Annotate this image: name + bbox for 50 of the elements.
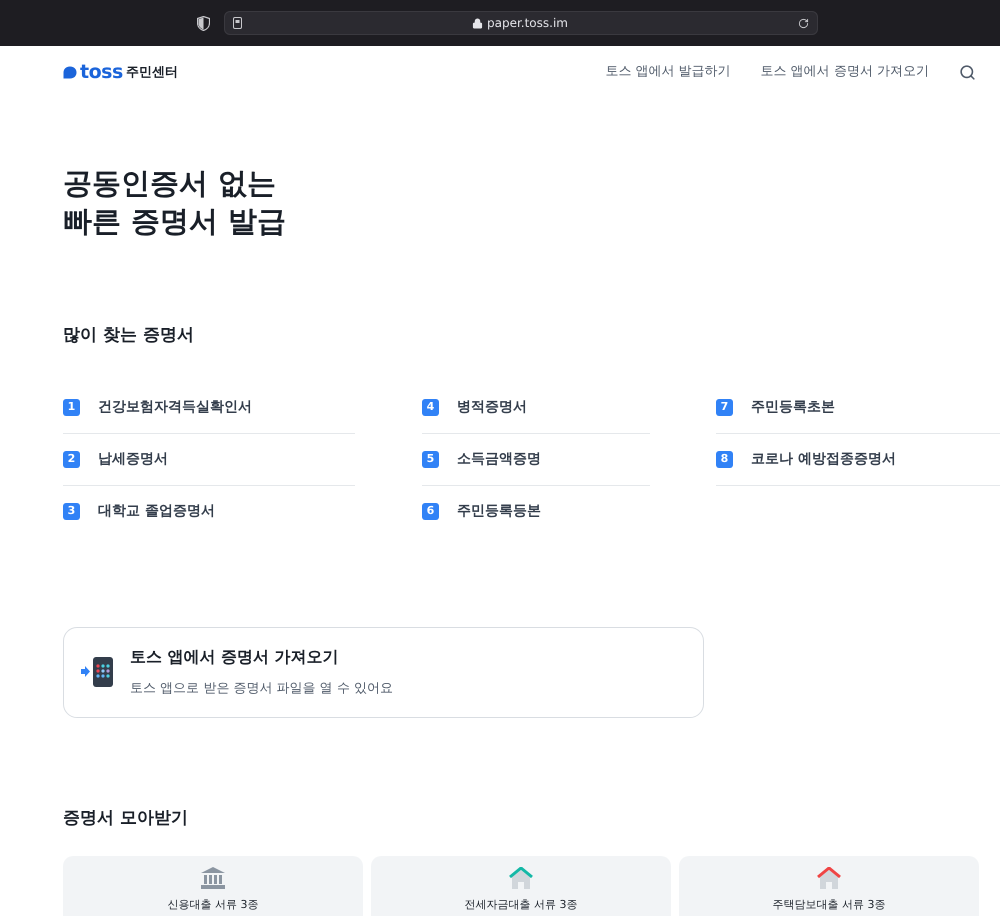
logo-icon xyxy=(63,66,77,78)
bundle-card[interactable]: 주택담보대출 서류 3종 xyxy=(679,856,979,916)
hero-title: 공동인증서 없는 빠른 증명서 발급 xyxy=(63,165,288,240)
page-icon xyxy=(233,17,242,29)
bundle-name: 신용대출 서류 3종 xyxy=(168,897,258,913)
certificate-link[interactable]: 8 코로나 예방접종증명서 xyxy=(716,434,1000,486)
logo[interactable]: toss 주민센터 xyxy=(63,62,178,82)
bundle-name: 주택담보대출 서류 3종 xyxy=(772,897,886,913)
certificate-link[interactable]: 2 납세증명서 xyxy=(63,434,355,486)
search-icon[interactable] xyxy=(959,64,976,80)
logo-suffix: 주민센터 xyxy=(126,66,178,78)
certificate-link[interactable]: 7 주민등록초본 xyxy=(716,382,1000,434)
card-title: 토스 앱에서 증명서 가져오기 xyxy=(130,646,340,668)
bundle-name: 전세자금대출 서류 3종 xyxy=(464,897,578,913)
rank-badge: 4 xyxy=(422,398,439,416)
url-text: paper.toss.im xyxy=(486,15,568,32)
certificate-name: 대학교 졸업증명서 xyxy=(98,502,215,521)
rank-badge: 7 xyxy=(716,398,733,416)
rank-badge: 1 xyxy=(63,398,80,416)
certificate-name: 코로나 예방접종증명서 xyxy=(751,450,896,468)
nav-link[interactable]: 토스 앱에서 발급하기 xyxy=(605,62,731,82)
certificate-name: 납세증명서 xyxy=(98,450,168,468)
certificate-name: 소득금액증명 xyxy=(457,450,541,468)
certificate-name: 주민등록등본 xyxy=(457,502,541,521)
logo-wordmark: toss xyxy=(80,62,123,82)
certificate-name: 병적증명서 xyxy=(457,398,527,416)
certificate-link[interactable]: 4 병적증명서 xyxy=(422,382,650,434)
certificate-name: 주민등록초본 xyxy=(751,398,835,416)
certificate-name: 건강보험자격득실확인서 xyxy=(98,398,252,416)
certificate-link[interactable]: 5 소득금액증명 xyxy=(422,434,650,486)
lock-icon xyxy=(472,18,483,28)
rank-badge: 6 xyxy=(422,503,439,520)
certificate-link[interactable]: 1 건강보험자격득실확인서 xyxy=(63,382,355,434)
section-title: 증명서 모아받기 xyxy=(63,806,189,830)
bundle-card[interactable]: 전세자금대출 서류 3종 xyxy=(371,856,671,916)
certificate-link[interactable]: 6 주민등록등본 xyxy=(422,486,650,538)
rank-badge: 5 xyxy=(422,450,439,468)
card-description: 토스 앱으로 받은 증명서 파일을 열 수 있어요 xyxy=(130,680,393,698)
reload-icon[interactable] xyxy=(798,18,809,28)
shield-icon[interactable] xyxy=(197,16,210,30)
certificate-link[interactable]: 3 대학교 졸업증명서 xyxy=(63,486,355,538)
phone-icon xyxy=(80,657,116,687)
import-card[interactable]: 토스 앱에서 증명서 가져오기 토스 앱으로 받은 증명서 파일을 열 수 있어요 xyxy=(63,626,704,718)
nav-link[interactable]: 토스 앱에서 증명서 가져오기 xyxy=(760,62,929,82)
bundle-card[interactable]: 신용대출 서류 3종 xyxy=(63,856,363,916)
rank-badge: 8 xyxy=(716,450,733,468)
rank-badge: 3 xyxy=(63,503,80,520)
address-bar[interactable]: paper.toss.im xyxy=(224,11,818,35)
section-title: 많이 찾는 증명서 xyxy=(63,324,195,347)
rank-badge: 2 xyxy=(63,450,80,468)
